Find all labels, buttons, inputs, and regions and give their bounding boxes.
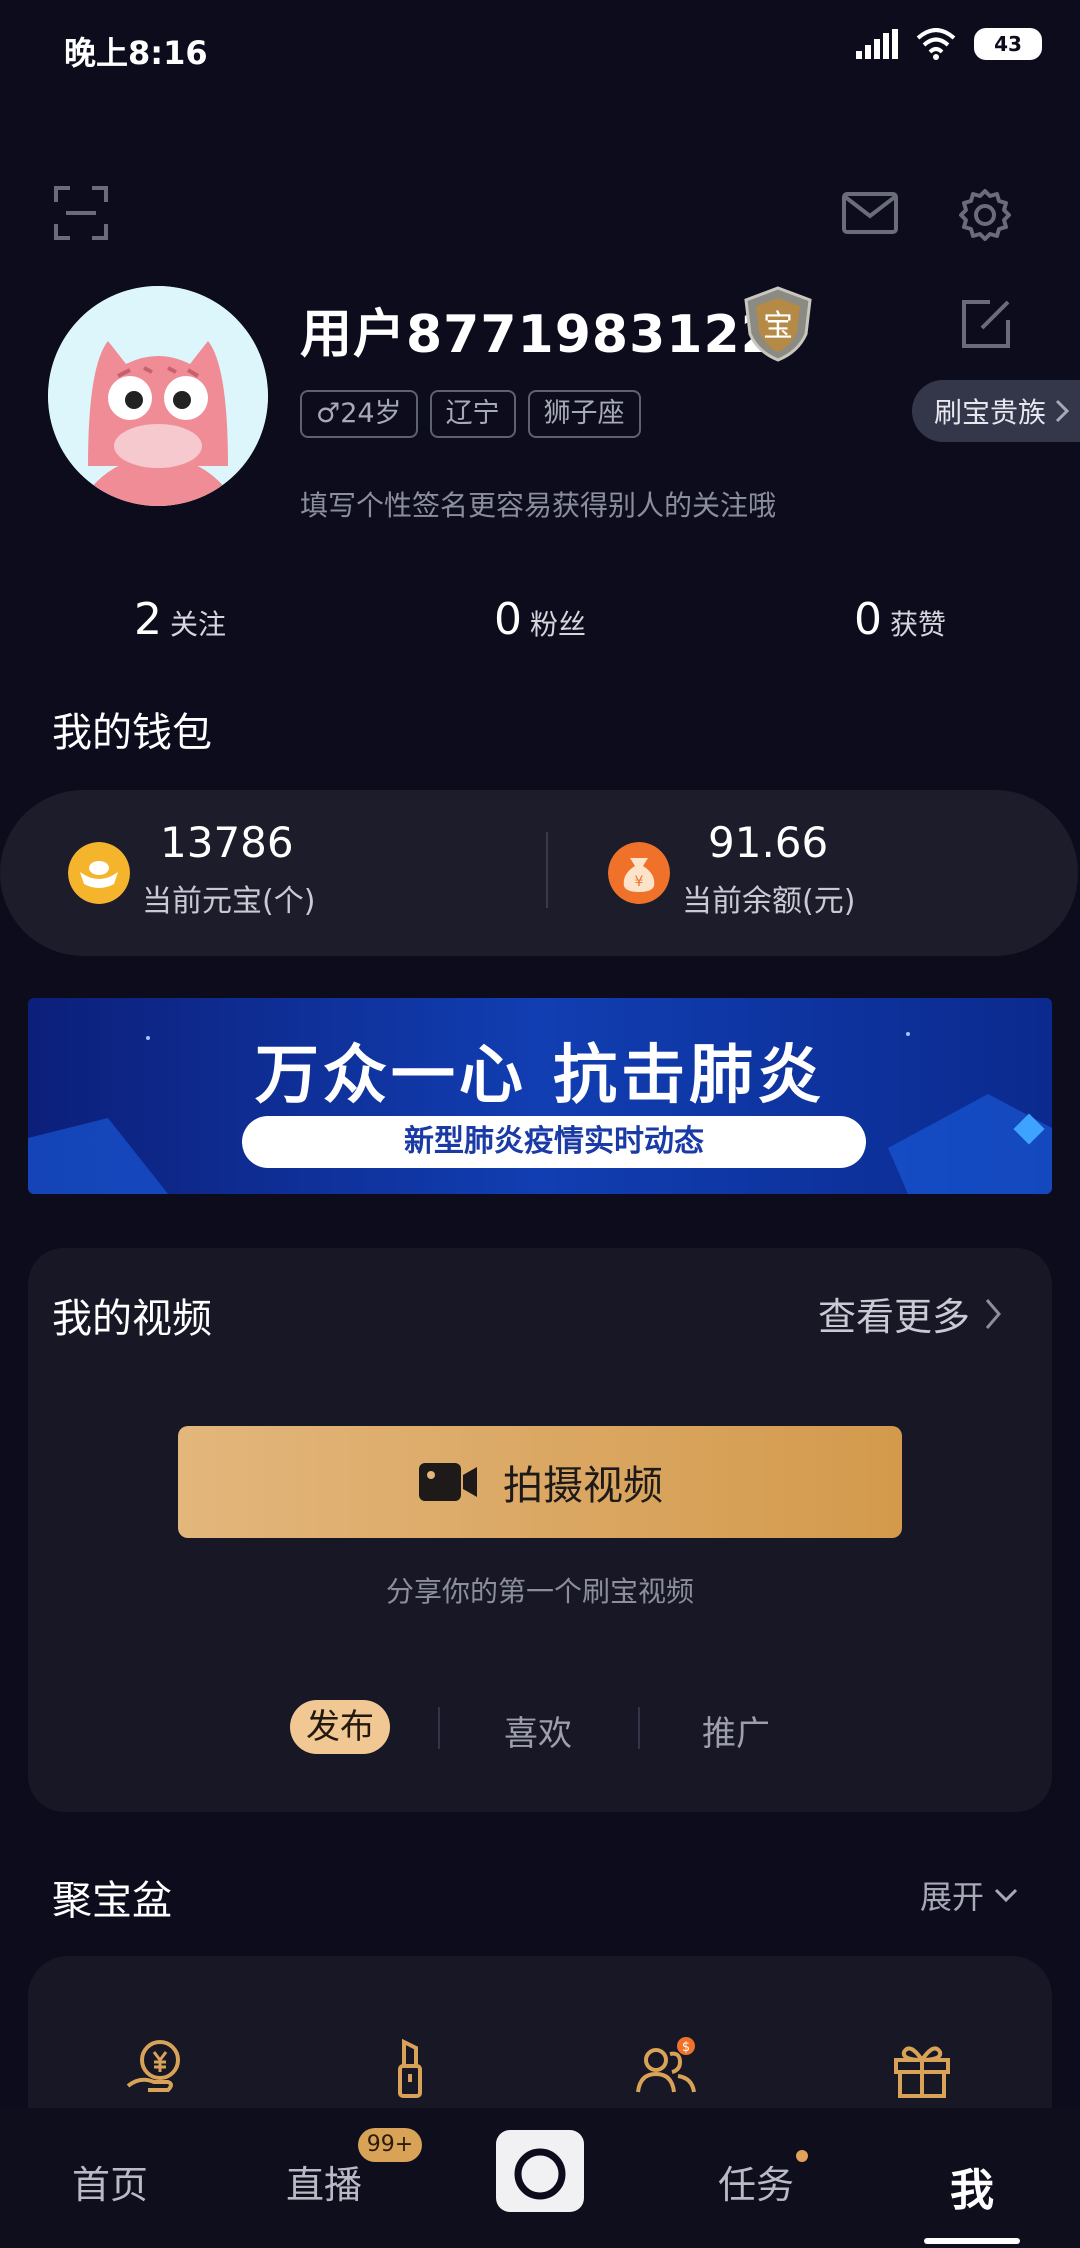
wifi-icon (916, 28, 956, 60)
level-badge-icon[interactable]: 宝 (738, 284, 818, 364)
tag-zodiac: 狮子座 (527, 390, 641, 438)
stat-likes[interactable]: 0 获赞 (720, 594, 1080, 645)
vip-club-label: 刷宝贵族 (934, 396, 1047, 429)
shoot-video-button[interactable]: 拍摄视频 (178, 1426, 902, 1538)
tag-gender-age: ♂24岁 (300, 390, 418, 438)
see-more-label: 查看更多 (817, 1295, 970, 1339)
stat-followers[interactable]: 0 粉丝 (360, 594, 720, 645)
scan-icon[interactable] (54, 186, 108, 240)
tasks-notification-dot (796, 2150, 808, 2162)
coins-value: 13786 (160, 818, 294, 867)
coins-label: 当前元宝(个) (142, 884, 316, 919)
wallet-title: 我的钱包 (52, 710, 212, 756)
balance-label: 当前余额(元) (682, 884, 856, 919)
profile-tags: ♂24岁 辽宁 狮子座 (300, 390, 641, 438)
gold-ingot-icon (68, 842, 130, 904)
see-more-link[interactable]: 查看更多 (818, 1286, 1002, 1341)
tab-separator (438, 1707, 440, 1749)
camera-icon (514, 2132, 566, 2200)
chevron-right-icon (1055, 399, 1070, 423)
tab-published[interactable]: 发布 (290, 1700, 390, 1754)
nav-me[interactable]: 我 (950, 2154, 994, 2218)
live-badge: 99+ (358, 2128, 422, 2162)
nav-live[interactable]: 直播 (286, 2154, 362, 2209)
battery-indicator: 43 (974, 28, 1042, 60)
status-icons: 43 (856, 28, 1042, 60)
banner-title: 万众一心 抗击肺炎 (254, 1039, 826, 1113)
wallet-card (0, 790, 1078, 956)
lipstick-icon[interactable] (378, 2036, 442, 2100)
chevron-right-icon (985, 1298, 1001, 1329)
profile-stats: 2 关注 0 粉丝 0 获赞 (0, 594, 1080, 645)
tab-liked[interactable]: 喜欢 (504, 1706, 572, 1755)
tag-region: 辽宁 (429, 390, 516, 438)
coins-section[interactable] (68, 842, 130, 908)
my-videos-title: 我的视频 (52, 1296, 212, 1342)
signal-icon (856, 29, 898, 59)
friends-money-icon[interactable]: $ (634, 2036, 698, 2100)
video-camera-icon (419, 1463, 477, 1501)
share-tip: 分享你的第一个刷宝视频 (385, 1575, 694, 1608)
gear-icon[interactable] (958, 188, 1012, 242)
wallet-divider (546, 832, 548, 908)
chevron-down-icon (994, 1888, 1018, 1902)
expand-button[interactable]: 展开 (920, 1872, 1018, 1918)
active-tab-indicator (924, 2238, 1020, 2244)
signature-placeholder[interactable]: 填写个性签名更容易获得别人的关注哦 (300, 484, 776, 524)
vip-club-button[interactable]: 刷宝贵族 (912, 380, 1080, 442)
balance-value: 91.66 (708, 818, 829, 867)
svg-text:宝: 宝 (763, 309, 793, 344)
banner-subtitle: 新型肺炎疫情实时动态 (242, 1116, 866, 1168)
camera-button[interactable] (496, 2130, 584, 2212)
money-bag-icon: ¥ (608, 842, 670, 904)
campaign-banner[interactable]: 万众一心 抗击肺炎 新型肺炎疫情实时动态 (28, 998, 1052, 1194)
edit-profile-icon[interactable] (960, 298, 1012, 350)
nav-tasks[interactable]: 任务 (718, 2154, 794, 2209)
expand-label: 展开 (919, 1878, 984, 1916)
shoot-video-label: 拍摄视频 (503, 1463, 663, 1509)
stat-following[interactable]: 2 关注 (0, 594, 360, 645)
balance-section[interactable]: ¥ (608, 842, 670, 908)
svg-text:¥: ¥ (635, 874, 644, 890)
svg-text:$: $ (682, 2040, 690, 2055)
tab-promoted[interactable]: 推广 (702, 1706, 770, 1755)
avatar[interactable] (48, 286, 268, 506)
username: 用户8771983122 (300, 305, 778, 365)
gift-icon[interactable] (890, 2036, 954, 2100)
nav-home[interactable]: 首页 (72, 2154, 148, 2209)
status-time: 晚上8:16 (64, 34, 208, 72)
treasure-title: 聚宝盆 (52, 1878, 172, 1924)
tab-separator (638, 1707, 640, 1749)
yuan-hand-icon[interactable] (124, 2036, 188, 2100)
mail-icon[interactable] (842, 192, 898, 234)
